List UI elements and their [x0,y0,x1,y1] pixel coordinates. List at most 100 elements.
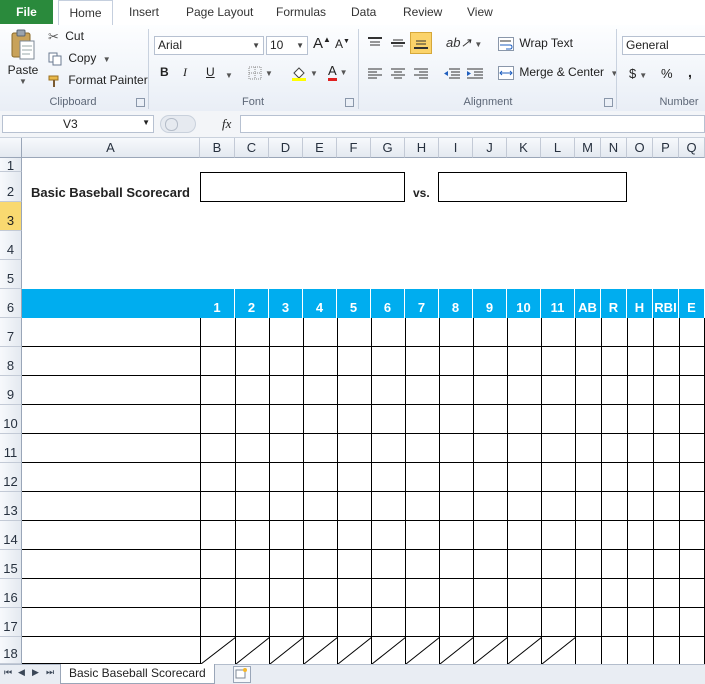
column-header-p[interactable]: P [653,138,679,158]
score-cell[interactable] [371,521,405,550]
merge-center-button[interactable]: Merge & Center ▼ [498,65,618,80]
score-cell[interactable] [371,434,405,463]
score-cell[interactable] [627,318,653,347]
comma-button[interactable]: , [688,64,692,80]
score-cell[interactable] [269,376,303,405]
score-cell[interactable] [473,492,507,521]
shrink-font-button[interactable]: A▼ [335,37,350,51]
align-middle-icon[interactable] [390,36,406,50]
totals-cell[interactable] [541,637,576,664]
font-size-dropdown-icon[interactable]: ▼ [296,37,304,54]
score-cell[interactable] [337,492,371,521]
totals-cell[interactable] [269,637,304,664]
score-cell[interactable] [679,318,705,347]
score-cell[interactable] [371,579,405,608]
copy-button[interactable]: Copy ▼ [48,51,111,66]
score-cell[interactable] [303,521,337,550]
team2-input[interactable] [438,172,627,202]
score-cell[interactable] [653,521,679,550]
score-cell[interactable] [405,434,439,463]
score-cell[interactable] [653,608,679,637]
score-cell[interactable] [601,579,627,608]
score-cell[interactable] [627,347,653,376]
row-header-18[interactable]: 18 [0,637,22,664]
player-name-cell[interactable] [22,637,200,664]
decrease-indent-icon[interactable] [443,67,461,81]
team1-input[interactable] [200,172,405,202]
score-cell[interactable] [200,608,235,637]
column-header-b[interactable]: B [200,138,235,158]
player-name-cell[interactable] [22,376,200,405]
tab-file[interactable]: File [0,0,53,24]
score-cell[interactable] [575,608,601,637]
score-cell[interactable] [337,579,371,608]
score-cell[interactable] [439,434,473,463]
tab-home[interactable]: Home [58,0,113,25]
score-cell[interactable] [627,376,653,405]
clipboard-launcher-icon[interactable] [136,98,145,107]
score-cell[interactable] [235,608,269,637]
score-cell[interactable] [439,376,473,405]
score-cell[interactable] [575,376,601,405]
score-cell[interactable] [507,521,541,550]
score-cell[interactable] [679,376,705,405]
score-cell[interactable] [405,405,439,434]
score-cell[interactable] [601,347,627,376]
align-right-icon[interactable] [413,67,429,81]
font-name-combo[interactable]: Arial ▼ [154,36,264,55]
percent-button[interactable]: % [661,66,673,81]
score-cell[interactable] [507,376,541,405]
score-cell[interactable] [679,492,705,521]
format-painter-button[interactable]: Format Painter [48,73,148,88]
score-cell[interactable] [439,318,473,347]
column-header-g[interactable]: G [371,138,405,158]
score-cell[interactable] [337,318,371,347]
player-name-cell[interactable] [22,608,200,637]
score-cell[interactable] [405,608,439,637]
score-cell[interactable] [269,463,303,492]
score-cell[interactable] [541,579,575,608]
score-cell[interactable] [601,463,627,492]
score-cell[interactable] [269,405,303,434]
row-header-14[interactable]: 14 [0,521,22,550]
column-header-a[interactable]: A [22,138,200,158]
score-cell[interactable] [653,318,679,347]
score-cell[interactable] [337,347,371,376]
score-cell[interactable] [269,550,303,579]
fill-color-dropdown-icon[interactable]: ▼ [310,69,318,78]
score-cell[interactable] [405,492,439,521]
column-header-h[interactable]: H [405,138,439,158]
score-cell[interactable] [371,492,405,521]
row-header-13[interactable]: 13 [0,492,22,521]
select-all-corner[interactable] [0,138,22,158]
formula-input[interactable] [240,115,705,133]
score-cell[interactable] [541,463,575,492]
tab-review[interactable]: Review [403,0,442,24]
score-cell[interactable] [439,608,473,637]
score-cell[interactable] [601,521,627,550]
totals-cell[interactable] [303,637,338,664]
score-cell[interactable] [337,434,371,463]
score-cell[interactable] [575,463,601,492]
next-sheet-icon[interactable]: ▶ [32,667,39,678]
score-cell[interactable] [200,347,235,376]
column-header-q[interactable]: Q [679,138,705,158]
column-header-k[interactable]: K [507,138,541,158]
score-cell[interactable] [371,550,405,579]
score-cell[interactable] [507,318,541,347]
score-cell[interactable] [235,434,269,463]
score-cell[interactable] [200,463,235,492]
totals-cell[interactable] [200,637,236,664]
score-cell[interactable] [303,347,337,376]
align-bottom-button[interactable] [410,32,432,54]
underline-button[interactable]: U [206,65,215,79]
new-sheet-icon[interactable] [233,666,251,683]
score-cell[interactable] [269,579,303,608]
score-cell[interactable] [235,318,269,347]
score-cell[interactable] [653,376,679,405]
totals-cell[interactable] [439,637,474,664]
column-header-d[interactable]: D [269,138,303,158]
column-header-i[interactable]: I [439,138,473,158]
score-cell[interactable] [627,608,653,637]
score-cell[interactable] [200,521,235,550]
